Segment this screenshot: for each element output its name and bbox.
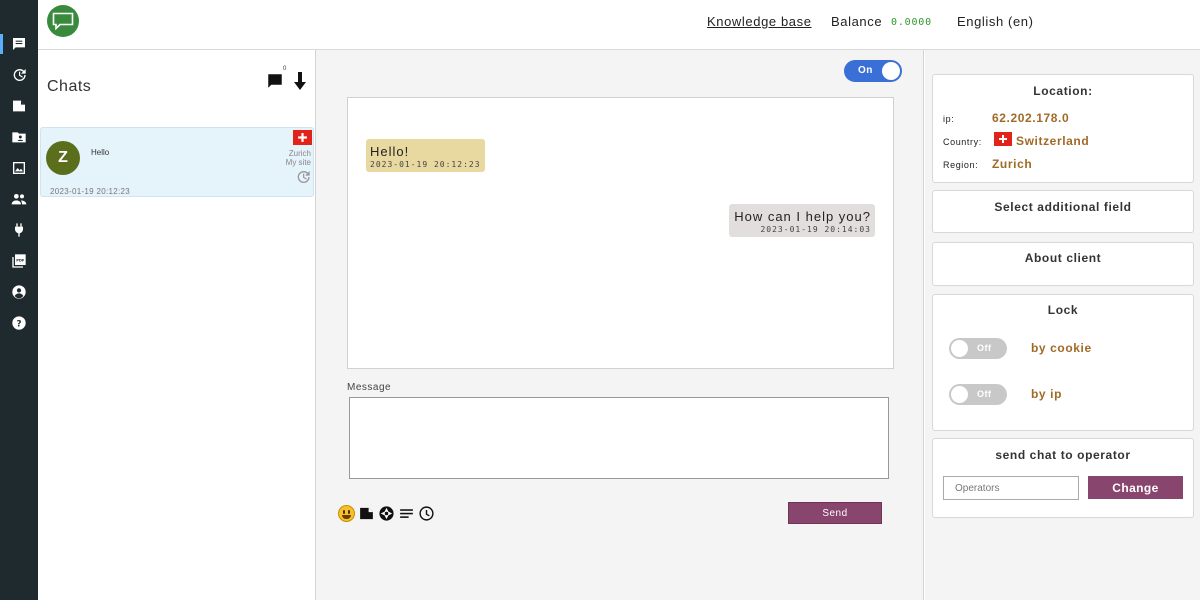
- send-to-operator-card: send chat to operator Change: [932, 438, 1194, 518]
- file-icon[interactable]: [10, 97, 28, 115]
- balance-value: 0.0000: [891, 17, 932, 28]
- folder-user-icon[interactable]: [10, 128, 28, 146]
- users-icon[interactable]: [10, 190, 28, 208]
- svg-text:PDF: PDF: [16, 258, 25, 262]
- message-text: Hello!: [370, 144, 410, 159]
- message-tools: [337, 504, 436, 522]
- switzerland-flag-icon: [994, 132, 1012, 146]
- ip-value: 62.202.178.0: [992, 111, 1070, 125]
- region-value: Zurich: [992, 157, 1033, 171]
- message-icon[interactable]: [266, 72, 284, 90]
- message-time: 2023-01-19 20:14:03: [760, 225, 871, 234]
- toggle-label: Off: [977, 389, 992, 399]
- lock-cookie-toggle[interactable]: Off: [949, 338, 1007, 359]
- clock-icon[interactable]: [417, 504, 436, 522]
- online-toggle-label: On: [858, 65, 873, 76]
- message-input[interactable]: [349, 397, 889, 479]
- lock-ip-toggle[interactable]: Off: [949, 384, 1007, 405]
- chat-city: Zurich: [288, 149, 311, 158]
- unread-count: 0: [283, 66, 287, 72]
- message-bubble-outgoing: How can I help you? 2023-01-19 20:14:03: [729, 204, 875, 237]
- switzerland-flag-icon: [293, 130, 312, 145]
- svg-text:?: ?: [16, 319, 21, 329]
- chat-preview: Hello: [91, 148, 110, 157]
- toggle-knob: [882, 62, 900, 80]
- chats-panel: Chats 0 Z Hello Zurich My site 2023-01-1…: [38, 50, 316, 600]
- toggle-label: Off: [977, 343, 992, 353]
- language-selector[interactable]: English (en): [957, 14, 1034, 29]
- lock-ip-label: by ip: [1031, 387, 1063, 401]
- additional-field-title: Select additional field: [994, 200, 1132, 214]
- operators-input[interactable]: [943, 476, 1079, 500]
- account-circle-icon[interactable]: [10, 283, 28, 301]
- lock-card: Lock Off by cookie Off by ip: [932, 294, 1194, 431]
- chat-bubble-icon: [52, 12, 74, 30]
- additional-field-card[interactable]: Select additional field: [932, 190, 1194, 233]
- toggle-knob: [951, 340, 968, 357]
- about-client-card[interactable]: About client: [932, 242, 1194, 286]
- plug-icon[interactable]: [10, 221, 28, 239]
- lock-cookie-label: by cookie: [1031, 341, 1092, 355]
- lock-title: Lock: [1047, 303, 1079, 317]
- change-button[interactable]: Change: [1088, 476, 1183, 499]
- client-info-panel: Location: ip: 62.202.178.0 Country: Swit…: [925, 50, 1200, 600]
- chat-list-item[interactable]: Z Hello Zurich My site 2023-01-19 20:12:…: [40, 127, 314, 197]
- send-to-operator-title: send chat to operator: [995, 448, 1131, 462]
- history-icon[interactable]: [10, 66, 28, 84]
- message-label: Message: [347, 382, 392, 393]
- send-button[interactable]: Send: [788, 502, 882, 524]
- knowledge-base-link[interactable]: Knowledge base: [707, 14, 812, 29]
- chat-main: On Hello! 2023-01-19 20:12:23 How can I …: [316, 50, 924, 600]
- country-label: Country:: [943, 137, 982, 147]
- toggle-knob: [951, 386, 968, 403]
- pdf-icon[interactable]: PDF: [10, 252, 28, 270]
- top-header: Knowledge base Balance 0.0000 English (e…: [38, 0, 1200, 50]
- arrow-down-icon[interactable]: [293, 72, 307, 90]
- help-icon[interactable]: ?: [10, 314, 28, 332]
- balance-label: Balance: [831, 14, 883, 29]
- message-text: How can I help you?: [734, 209, 871, 224]
- location-card: Location: ip: 62.202.178.0 Country: Swit…: [932, 74, 1194, 183]
- region-label: Region:: [943, 160, 979, 170]
- avatar: Z: [46, 141, 80, 175]
- about-client-title: About client: [1024, 251, 1102, 265]
- camera-shutter-icon[interactable]: [377, 504, 396, 522]
- message-time: 2023-01-19 20:12:23: [370, 160, 481, 169]
- ip-label: ip:: [943, 114, 955, 124]
- side-rail: PDF ?: [0, 0, 38, 600]
- text-lines-icon[interactable]: [397, 504, 416, 522]
- message-bubble-incoming: Hello! 2023-01-19 20:12:23: [366, 139, 485, 172]
- chat-time: 2023-01-19 20:12:23: [50, 187, 130, 196]
- emoji-icon[interactable]: [337, 504, 356, 522]
- chats-title: Chats: [47, 78, 92, 95]
- chat-site: My site: [285, 158, 311, 167]
- online-toggle[interactable]: On: [844, 60, 902, 82]
- country-value: Switzerland: [1016, 134, 1090, 148]
- image-icon[interactable]: [10, 159, 28, 177]
- chat-window: Hello! 2023-01-19 20:12:23 How can I hel…: [347, 97, 894, 369]
- active-indicator: [0, 34, 3, 54]
- logo[interactable]: [47, 5, 79, 37]
- file-icon[interactable]: [357, 504, 376, 522]
- chat-icon[interactable]: [10, 35, 28, 53]
- location-title: Location:: [1033, 84, 1093, 98]
- history-icon[interactable]: [295, 169, 311, 185]
